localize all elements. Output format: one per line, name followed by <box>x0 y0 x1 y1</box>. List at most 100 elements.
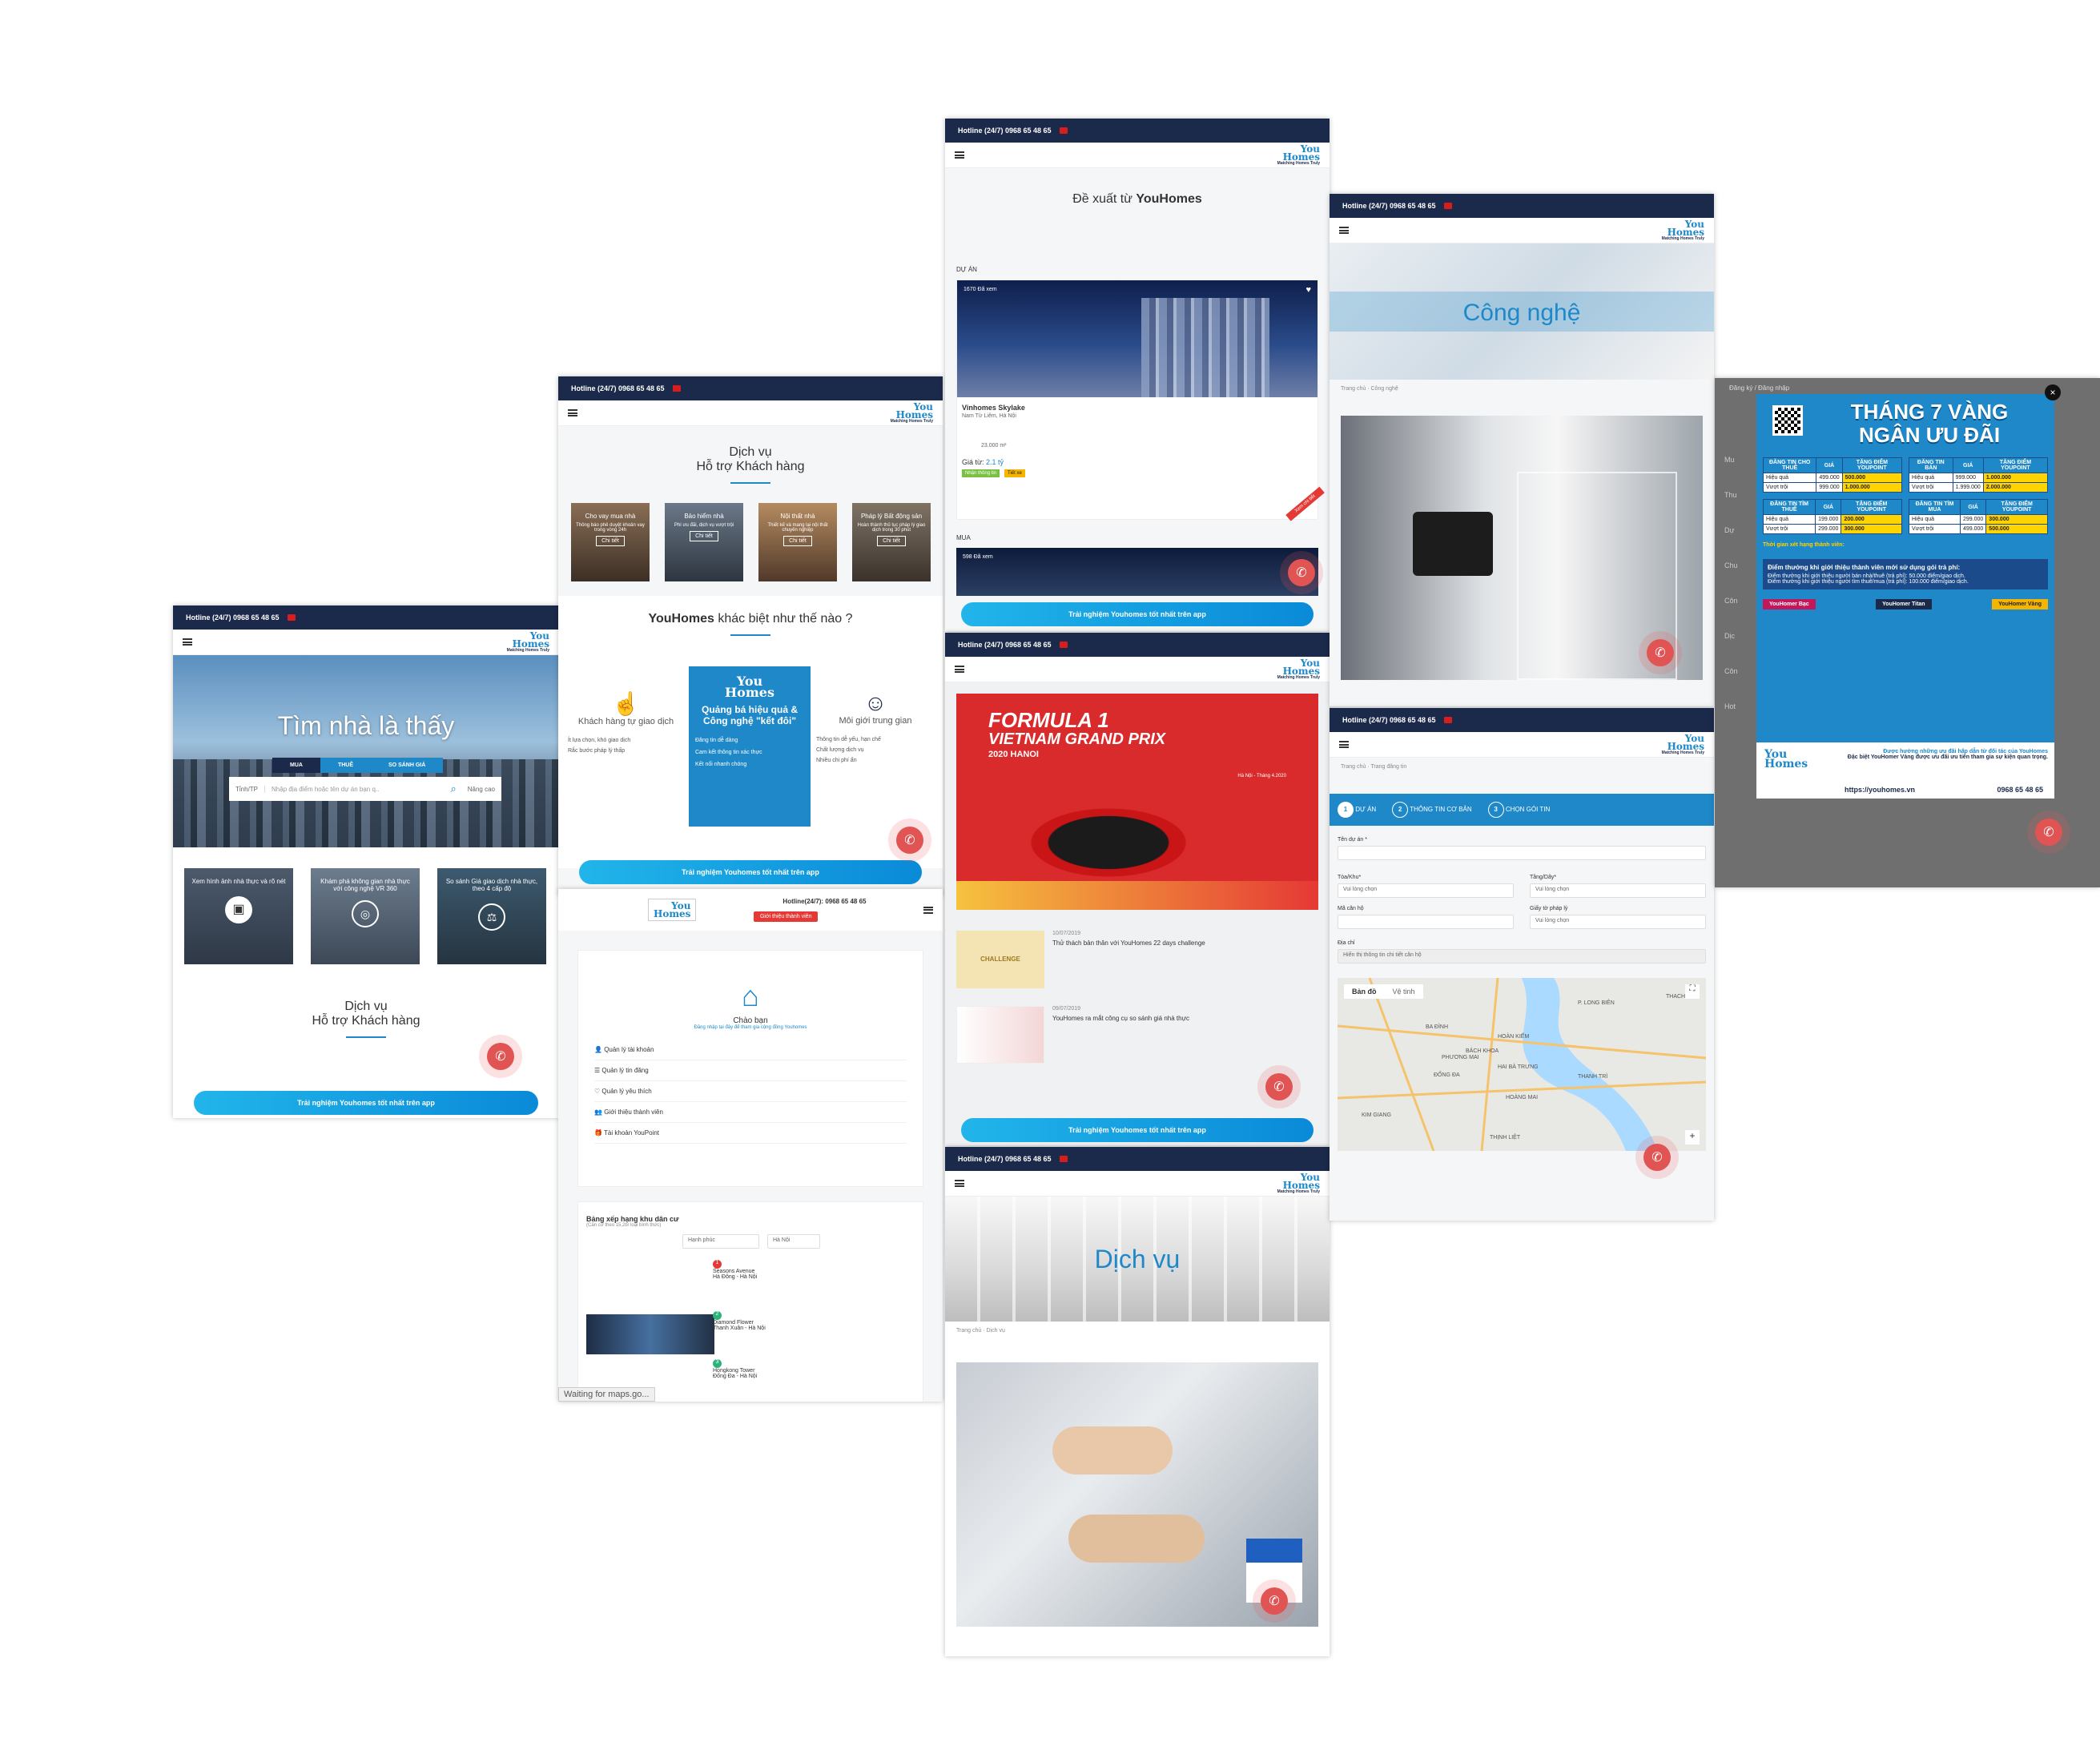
app-banner[interactable]: Trải nghiệm Youhomes tốt nhất trên app <box>579 860 922 884</box>
greeting-sub[interactable]: Đăng nhập tại đây để tham gia cộng đồng … <box>594 1025 907 1030</box>
menu-item-account[interactable]: 👤 Quản lý tài khoản <box>594 1040 907 1060</box>
promo-phone[interactable]: 0968 65 48 65 <box>1997 786 2043 794</box>
service-card[interactable]: Cho vay mua nhà Thông báo phê duyệt khoản… <box>571 503 650 581</box>
project-name[interactable]: Vinhomes Skylake <box>957 397 1318 413</box>
unit-input[interactable] <box>1338 915 1514 929</box>
menu-item-favorites[interactable]: ♡ Quản lý yêu thích <box>594 1081 907 1102</box>
service-card[interactable]: Pháp lý Bất động sản Hoàn thành thủ tục p… <box>852 503 931 581</box>
news-thumb[interactable] <box>956 1006 1044 1064</box>
map-tab[interactable]: Bản đồ <box>1344 984 1385 999</box>
menu-icon[interactable] <box>955 1180 964 1187</box>
menu-icon[interactable] <box>183 638 192 646</box>
floor-select[interactable]: Vui lòng chọn <box>1530 883 1706 898</box>
promo-url[interactable]: https://youhomes.vn <box>1845 786 1915 794</box>
rank-image[interactable] <box>586 1314 714 1354</box>
promo-popup[interactable]: × THÁNG 7 VÀNG NGÂN ƯU ĐÃI ĐĂNG TIN CHO T… <box>1756 384 2061 799</box>
news-item[interactable]: 09/07/2019 YouHomes ra mắt công cụ so sán… <box>956 1006 1318 1064</box>
close-icon[interactable]: × <box>2045 384 2061 400</box>
flag-icon[interactable] <box>1443 203 1452 209</box>
news-banner[interactable]: FORMULA 1 VIETNAM GRAND PRIX 2020 HANOI … <box>956 694 1318 910</box>
feature-card[interactable]: So sánh Giá giao dịch nhà thực, theo 4 c… <box>437 868 546 964</box>
step-2[interactable]: 2 THÔNG TIN CƠ BẢN <box>1392 802 1472 818</box>
province-select[interactable]: Tỉnh/TP <box>229 785 266 793</box>
tab-buy[interactable]: MUA <box>272 758 320 773</box>
menu-item-referral[interactable]: 👥 Giới thiệu thành viên <box>594 1102 907 1123</box>
news-thumb[interactable]: CHALLENGE <box>956 931 1044 988</box>
heart-icon[interactable]: ♥ <box>1305 285 1311 295</box>
feature-card[interactable]: Khám phá không gian nhà thực với công ng… <box>311 868 420 964</box>
logo[interactable]: You Homes Matching Homes Truly <box>1662 219 1704 240</box>
logo[interactable]: You Homes Matching Homes Truly <box>891 402 933 423</box>
feature-card[interactable]: Xem hình ảnh nhà thực và rõ nét ▣ <box>184 868 293 964</box>
logo[interactable]: You Homes Matching Homes Truly <box>1277 144 1320 165</box>
detail-button[interactable]: Chi tiết <box>783 536 812 546</box>
hotline-text[interactable]: Hotline (24/7) 0968 65 48 65 <box>958 127 1052 135</box>
top-link[interactable]: Đăng ký / Đăng nhập <box>1729 384 1789 392</box>
satellite-tab[interactable]: Vệ tinh <box>1385 984 1423 999</box>
search-input[interactable]: Nhập địa điểm hoặc tên dự án bạn q.. <box>265 786 445 793</box>
hotline-text[interactable]: Hotline(24/7): 0968 65 48 65 <box>754 898 866 905</box>
flag-icon[interactable] <box>1059 127 1068 134</box>
detail-button[interactable]: Chi tiết <box>690 531 718 541</box>
menu-item-youpoint[interactable]: 🎁 Tài khoản YouPoint <box>594 1123 907 1144</box>
call-button[interactable]: ✆ <box>2027 811 2070 854</box>
step-1[interactable]: 1 DỰ ÁN <box>1338 802 1376 818</box>
app-banner[interactable]: Trải nghiệm Youhomes tốt nhất trên app <box>194 1091 538 1115</box>
flag-icon[interactable] <box>1443 717 1452 723</box>
detail-button[interactable]: Chi tiết <box>596 536 625 546</box>
flag-icon[interactable] <box>672 385 681 392</box>
hotline-text[interactable]: Hotline (24/7) 0968 65 48 65 <box>958 1155 1052 1163</box>
news-title[interactable]: Thử thách bản thân với YouHomes 22 days … <box>1052 939 1205 947</box>
info-tag[interactable]: Nhận thông tin <box>962 469 1000 477</box>
hotline-text[interactable]: Hotline (24/7) 0968 65 48 65 <box>1342 202 1436 210</box>
project-card[interactable]: 1670 Đã xem ♥ Vinhomes Skylake Nam Từ Li… <box>956 280 1325 521</box>
app-banner[interactable]: Trải nghiệm Youhomes tốt nhất trên app <box>961 1118 1314 1142</box>
call-button[interactable]: ✆ <box>1280 551 1323 594</box>
logo[interactable]: You Homes Matching Homes Truly <box>507 631 549 652</box>
advanced-button[interactable]: Nâng cao <box>461 786 501 793</box>
tab-compare[interactable]: SO SÁNH GIÁ <box>371 758 444 773</box>
call-button[interactable]: ✆ <box>479 1035 522 1078</box>
menu-icon[interactable] <box>923 906 933 914</box>
buy-card[interactable]: 598 Đã xem <box>956 548 1318 596</box>
flag-icon[interactable] <box>1059 1156 1068 1162</box>
parking-tag[interactable]: Tiết xe <box>1004 469 1025 477</box>
hotline-text[interactable]: Hotline (24/7) 0968 65 48 65 <box>186 614 280 622</box>
map[interactable]: Bản đồ Vệ tinh P. LONG BIÊN HOÀN KIẾM BA… <box>1338 978 1706 1151</box>
call-button[interactable]: ✆ <box>1257 1065 1301 1108</box>
menu-icon[interactable] <box>568 409 577 416</box>
flag-icon[interactable] <box>1059 642 1068 648</box>
project-image[interactable]: 1670 Đã xem ♥ <box>957 280 1318 397</box>
call-button[interactable]: ✆ <box>1639 631 1682 674</box>
news-item[interactable]: CHALLENGE 10/07/2019 Thử thách bản thân v… <box>956 931 1318 988</box>
rank-item[interactable]: 3 Hongkong Tower Đống Đa - Hà Nội <box>713 1359 757 1379</box>
logo[interactable]: You Homes <box>648 898 697 922</box>
call-button[interactable]: ✆ <box>888 819 931 862</box>
app-banner[interactable]: Trải nghiệm Youhomes tốt nhất trên app <box>961 602 1314 626</box>
menu-icon[interactable] <box>955 666 964 673</box>
detail-button[interactable]: Chi tiết <box>877 536 906 546</box>
hotline-text[interactable]: Hotline (24/7) 0968 65 48 65 <box>1342 716 1436 724</box>
legal-select[interactable]: Vui lòng chọn <box>1530 915 1706 929</box>
call-button[interactable]: ✆ <box>1635 1136 1679 1179</box>
rank-item[interactable]: 2 Diamond Flower Thanh Xuân - Hà Nội <box>713 1311 766 1331</box>
rank-item[interactable]: 1 Seasons Avenue Hà Đông - Hà Nội <box>713 1260 757 1280</box>
service-card[interactable]: Bảo hiểm nhà Phí ưu đãi, dịch vụ vượt trộ… <box>665 503 743 581</box>
search-icon[interactable]: ⌕ <box>445 782 461 795</box>
call-button[interactable]: ✆ <box>1253 1579 1296 1623</box>
city-select[interactable]: Hà Nội <box>767 1234 820 1249</box>
menu-icon[interactable] <box>955 151 964 159</box>
news-title[interactable]: YouHomes ra mắt công cụ so sánh giá nhà … <box>1052 1015 1189 1022</box>
hotline-text[interactable]: Hotline (24/7) 0968 65 48 65 <box>571 384 665 392</box>
hotline-text[interactable]: Hotline (24/7) 0968 65 48 65 <box>958 641 1052 649</box>
logo[interactable]: You Homes Matching Homes Truly <box>1662 734 1704 754</box>
step-3[interactable]: 3 CHỌN GÓI TIN <box>1487 802 1550 818</box>
logo[interactable]: You Homes Matching Homes Truly <box>1277 1173 1320 1193</box>
fullscreen-icon[interactable]: ⛶ <box>1685 984 1700 999</box>
service-card[interactable]: Nội thất nhà Thiết kế và mang lại nội thấ… <box>758 503 837 581</box>
address-input[interactable]: Hiển thị thông tin chi tiết căn hộ <box>1338 949 1706 964</box>
menu-icon[interactable] <box>1339 741 1349 748</box>
logo[interactable]: You Homes Matching Homes Truly <box>1277 658 1320 679</box>
intro-button[interactable]: Giới thiệu thành viên <box>753 911 819 922</box>
zoom-in-icon[interactable]: + <box>1685 1130 1700 1145</box>
